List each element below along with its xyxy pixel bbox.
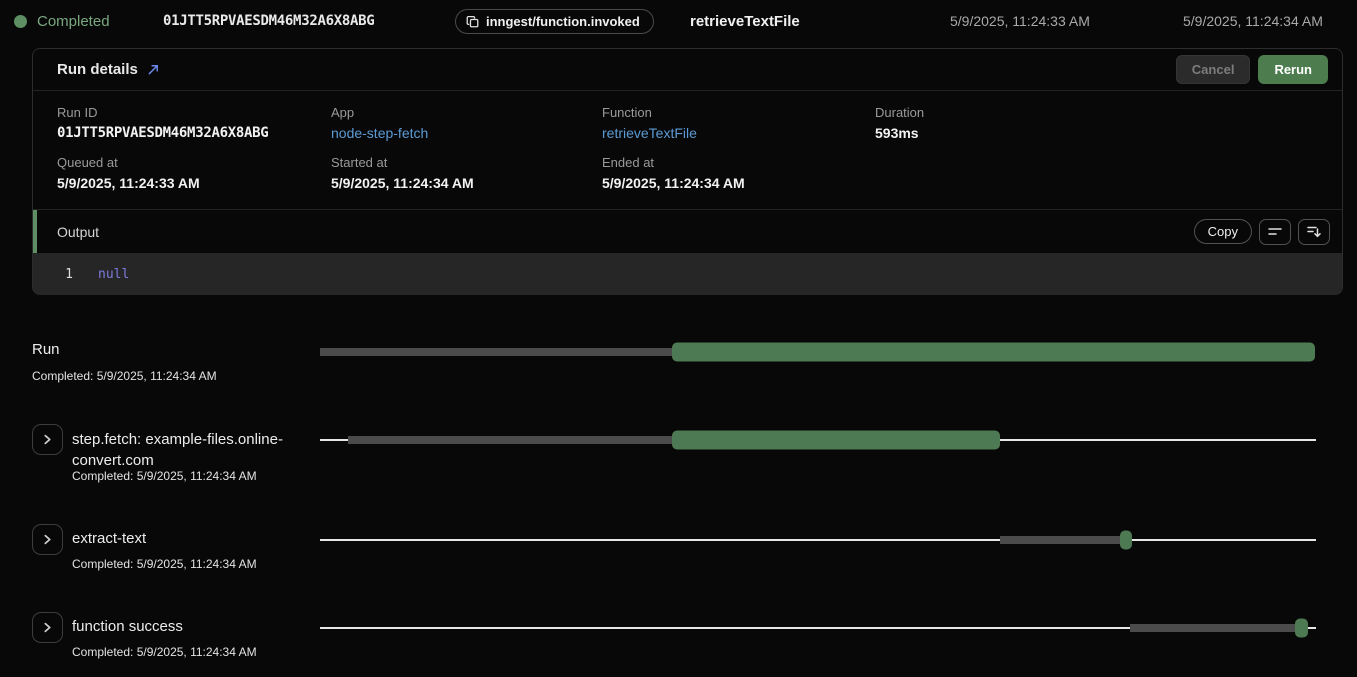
field-run-id: Run ID 01JTT5RPVAESDM46M32A6X8ABG: [57, 105, 331, 141]
timeline-segment-queue: [348, 436, 672, 444]
timeline-run-completed: Completed: 5/9/2025, 11:24:34 AM: [32, 369, 217, 383]
output-accent-bar: [33, 210, 37, 253]
timeline-segment-line: [1132, 539, 1316, 541]
field-value: 593ms: [875, 125, 1318, 141]
external-link-icon[interactable]: [147, 63, 160, 76]
step-fetch-expand-button[interactable]: [32, 424, 63, 455]
status-label: Completed: [37, 13, 110, 30]
output-code-block[interactable]: 1 null: [33, 253, 1342, 295]
output-title: Output: [57, 224, 99, 240]
extract-text-expand-button[interactable]: [32, 524, 63, 555]
timeline-segment-queue: [320, 348, 672, 356]
field-label: App: [331, 105, 602, 120]
top-started-timestamp: 5/9/2025, 11:24:34 AM: [1183, 0, 1323, 42]
scroll-to-bottom-icon: [1307, 225, 1321, 238]
function-success-label: function success: [72, 618, 183, 635]
extract-text-label: extract-text: [72, 530, 146, 547]
timeline-run-track[interactable]: [320, 342, 1316, 362]
field-value: 01JTT5RPVAESDM46M32A6X8ABG: [57, 125, 331, 141]
field-label: Run ID: [57, 105, 331, 120]
chevron-right-icon: [42, 434, 53, 445]
app-link[interactable]: node-step-fetch: [331, 125, 602, 141]
top-queued-timestamp: 5/9/2025, 11:24:33 AM: [950, 0, 1090, 42]
top-bar: Completed 01JTT5RPVAESDM46M32A6X8ABG inn…: [0, 0, 1357, 42]
extract-text-completed: Completed: 5/9/2025, 11:24:34 AM: [72, 557, 257, 571]
timeline-segment-queue: [1000, 536, 1120, 544]
timeline-segment-active: [1120, 531, 1132, 550]
event-trigger-badge[interactable]: inngest/function.invoked: [455, 9, 654, 34]
field-label: Function: [602, 105, 875, 120]
field-value: 5/9/2025, 11:24:34 AM: [331, 175, 602, 191]
timeline-segment-line: [1000, 439, 1316, 441]
timeline-segment-line: [320, 439, 348, 441]
copy-button[interactable]: Copy: [1194, 219, 1252, 244]
line-number: 1: [33, 267, 73, 282]
word-wrap-icon: [1268, 226, 1282, 238]
event-badge-label: inngest/function.invoked: [486, 14, 640, 29]
timeline-segment-queue: [1130, 624, 1295, 632]
field-started-at: Started at 5/9/2025, 11:24:34 AM: [331, 155, 602, 191]
function-success-track[interactable]: [320, 618, 1316, 638]
output-code-value: null: [98, 267, 129, 282]
copy-icon: [466, 15, 479, 28]
field-function: Function retrieveTextFile: [602, 105, 875, 141]
run-status: Completed: [14, 0, 110, 42]
timeline-segment-line: [1308, 627, 1316, 629]
timeline-segment-active: [672, 431, 1000, 450]
top-function-name: retrieveTextFile: [690, 0, 800, 42]
timeline-segment-active: [672, 343, 1315, 362]
field-queued-at: Queued at 5/9/2025, 11:24:33 AM: [57, 155, 331, 191]
run-details-page: Completed 01JTT5RPVAESDM46M32A6X8ABG inn…: [0, 0, 1357, 677]
step-fetch-track[interactable]: [320, 430, 1316, 450]
word-wrap-button[interactable]: [1259, 219, 1291, 245]
chevron-right-icon: [42, 534, 53, 545]
step-fetch-completed: Completed: 5/9/2025, 11:24:34 AM: [72, 469, 257, 483]
field-label: Queued at: [57, 155, 331, 170]
timeline-segment-line: [320, 627, 1130, 629]
cancel-button[interactable]: Cancel: [1176, 55, 1251, 84]
field-app: App node-step-fetch: [331, 105, 602, 141]
field-label: Ended at: [602, 155, 875, 170]
chevron-right-icon: [42, 622, 53, 633]
run-details-panel: Run details Cancel Rerun Run ID 01JTT5RP…: [32, 48, 1343, 295]
timeline-segment-active: [1295, 619, 1308, 638]
top-run-id: 01JTT5RPVAESDM46M32A6X8ABG: [163, 0, 374, 42]
timeline-segment-line: [320, 539, 1000, 541]
field-ended-at: Ended at 5/9/2025, 11:24:34 AM: [602, 155, 875, 191]
field-duration: Duration 593ms: [875, 105, 1318, 141]
page-title: Run details: [57, 61, 138, 78]
rerun-button[interactable]: Rerun: [1258, 55, 1328, 84]
function-success-completed: Completed: 5/9/2025, 11:24:34 AM: [72, 645, 257, 659]
field-value: 5/9/2025, 11:24:33 AM: [57, 175, 331, 191]
function-link[interactable]: retrieveTextFile: [602, 125, 875, 141]
scroll-to-bottom-button[interactable]: [1298, 219, 1330, 245]
extract-text-track[interactable]: [320, 530, 1316, 550]
field-label: Started at: [331, 155, 602, 170]
field-value: 5/9/2025, 11:24:34 AM: [602, 175, 875, 191]
panel-header: Run details Cancel Rerun: [33, 49, 1342, 91]
status-dot-icon: [14, 15, 27, 28]
step-fetch-label: step.fetch: example-files.online-convert…: [72, 429, 284, 471]
output-section-header: Output Copy: [33, 209, 1342, 253]
field-label: Duration: [875, 105, 1318, 120]
function-success-expand-button[interactable]: [32, 612, 63, 643]
timeline-run-label: Run: [32, 341, 60, 358]
run-metadata: Run ID 01JTT5RPVAESDM46M32A6X8ABG App no…: [33, 91, 1342, 209]
